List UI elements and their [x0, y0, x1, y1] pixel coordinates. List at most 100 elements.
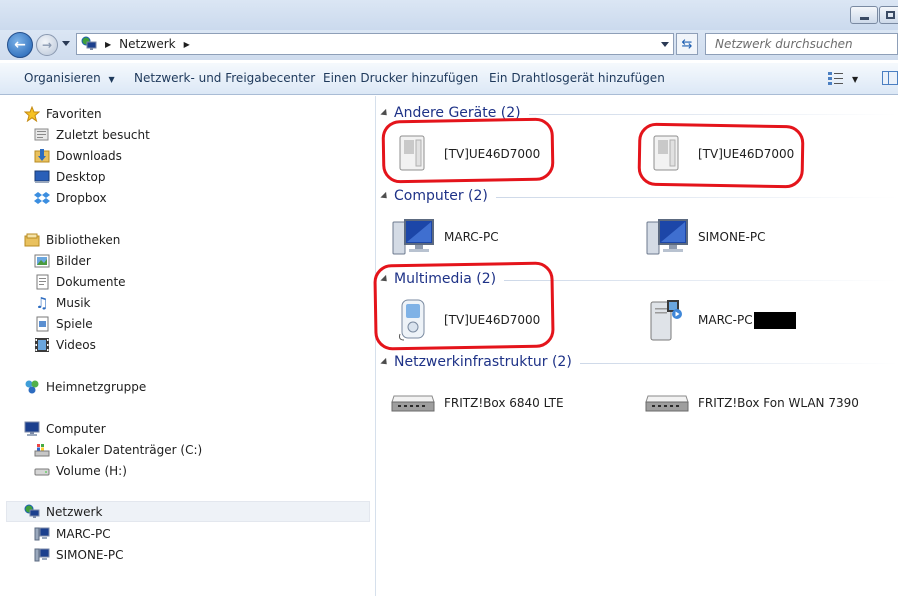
- computer-icon: [34, 547, 50, 563]
- content-pane: Andere Geräte (2) [TV]UE46D7000 [TV]UE46…: [373, 96, 898, 596]
- computer-icon: [390, 214, 436, 260]
- breadcrumb-chevron-icon[interactable]: ▶: [184, 40, 190, 49]
- nav-favorites[interactable]: Favoriten: [24, 103, 102, 124]
- group-divider: [504, 279, 898, 281]
- group-divider: [528, 113, 898, 115]
- network-location-icon: [81, 36, 97, 52]
- nav-recent[interactable]: Zuletzt besucht: [34, 124, 150, 145]
- preview-pane-button[interactable]: [882, 71, 898, 85]
- group-title-infrastructure: Netzwerkinfrastruktur (2): [394, 354, 572, 370]
- back-button[interactable]: ←: [7, 32, 33, 58]
- computer-icon: [24, 421, 40, 437]
- nav-local-disk[interactable]: Lokaler Datenträger (C:): [34, 439, 202, 460]
- refresh-button[interactable]: ⇆: [676, 33, 698, 55]
- annotation-circle-tv-2: [637, 122, 805, 189]
- maximize-button[interactable]: [879, 6, 898, 24]
- media-server-icon: [644, 297, 690, 343]
- desktop-icon: [34, 169, 50, 185]
- navigation-pane: Favoriten Zuletzt besucht Downloads Desk…: [0, 96, 376, 596]
- add-wireless-button[interactable]: Ein Drahtlosgerät hinzufügen: [489, 71, 665, 85]
- device-pc-2-label: SIMONE-PC: [698, 230, 766, 244]
- annotation-circle-tv-1: [381, 117, 555, 184]
- nav-libraries[interactable]: Bibliotheken: [24, 229, 120, 250]
- group-divider: [579, 362, 898, 364]
- device-router-1[interactable]: FRITZ!Box 6840 LTE: [390, 380, 564, 426]
- nav-homegroup-label: Heimnetzgruppe: [46, 379, 147, 394]
- organize-button[interactable]: Organisieren ▼: [24, 71, 115, 85]
- nav-dropbox-label: Dropbox: [56, 190, 107, 205]
- nav-documents[interactable]: Dokumente: [34, 271, 126, 292]
- device-pc-2[interactable]: SIMONE-PC: [644, 214, 765, 260]
- nav-network-pc-1[interactable]: MARC-PC: [34, 523, 111, 544]
- nav-music[interactable]: ♫ Musik: [34, 292, 91, 313]
- device-router-2-label: FRITZ!Box Fon WLAN 7390: [698, 396, 859, 410]
- nav-computer-label: Computer: [46, 421, 106, 436]
- nav-videos[interactable]: Videos: [34, 334, 96, 355]
- back-arrow-icon: ←: [14, 37, 26, 53]
- homegroup-icon: [24, 379, 40, 395]
- network-center-button[interactable]: Netzwerk- und Freigabecenter: [134, 71, 315, 85]
- add-printer-button[interactable]: Einen Drucker hinzufügen: [323, 71, 478, 85]
- group-title-computer: Computer (2): [394, 188, 488, 204]
- nav-music-label: Musik: [56, 295, 91, 310]
- nav-libraries-label: Bibliotheken: [46, 232, 121, 247]
- collapse-triangle-icon: [380, 108, 390, 118]
- documents-icon: [34, 274, 50, 290]
- preview-pane-icon: [888, 72, 889, 84]
- star-icon: [24, 105, 40, 122]
- nav-network[interactable]: Netzwerk: [6, 501, 370, 522]
- command-toolbar: Organisieren ▼ Netzwerk- und Freigabecen…: [0, 62, 898, 95]
- nav-homegroup[interactable]: Heimnetzgruppe: [24, 376, 146, 397]
- music-icon: ♫: [35, 293, 49, 312]
- search-input[interactable]: Netzwerk durchsuchen: [705, 33, 898, 55]
- downloads-folder-icon: [34, 148, 50, 164]
- nav-games[interactable]: Spiele: [34, 313, 93, 334]
- recent-pages-dropdown[interactable]: [62, 41, 70, 46]
- view-options-button[interactable]: ▼: [828, 71, 858, 88]
- system-drive-icon: [34, 442, 50, 458]
- address-bar[interactable]: ▶ Netzwerk ▶: [76, 33, 674, 55]
- nav-pictures-label: Bilder: [56, 253, 91, 268]
- annotation-circle-multimedia: [373, 261, 555, 351]
- nav-dropbox[interactable]: Dropbox: [34, 187, 107, 208]
- forward-arrow-icon: →: [41, 38, 53, 52]
- nav-pictures[interactable]: Bilder: [34, 250, 91, 271]
- device-mm-pc[interactable]: MARC-PC: [644, 297, 796, 343]
- view-dropdown-icon: ▼: [852, 75, 859, 84]
- nav-network-pc-1-label: MARC-PC: [56, 526, 111, 541]
- device-router-1-label: FRITZ!Box 6840 LTE: [444, 396, 564, 410]
- nav-network-pc-2[interactable]: SIMONE-PC: [34, 544, 123, 565]
- group-divider: [495, 196, 898, 198]
- view-icon: [828, 71, 844, 88]
- device-router-2[interactable]: FRITZ!Box Fon WLAN 7390: [644, 380, 859, 426]
- address-dropdown-icon[interactable]: [661, 42, 669, 47]
- videos-icon: [34, 337, 50, 353]
- nav-favorites-label: Favoriten: [46, 106, 102, 121]
- computer-icon: [34, 526, 50, 542]
- group-header-computer[interactable]: Computer (2): [377, 186, 898, 206]
- nav-volume-h[interactable]: Volume (H:): [34, 460, 127, 481]
- forward-button[interactable]: →: [36, 34, 58, 56]
- router-icon: [390, 380, 436, 426]
- nav-local-disk-label: Lokaler Datenträger (C:): [56, 442, 203, 457]
- pictures-icon: [34, 253, 50, 269]
- minimize-button[interactable]: [850, 6, 878, 24]
- breadcrumb-separator-icon: ▶: [105, 39, 112, 49]
- device-pc-1-label: MARC-PC: [444, 230, 499, 244]
- computer-icon: [644, 214, 690, 260]
- nav-downloads-label: Downloads: [56, 148, 122, 163]
- nav-desktop[interactable]: Desktop: [34, 166, 106, 187]
- nav-network-label: Netzwerk: [46, 504, 103, 519]
- nav-videos-label: Videos: [56, 337, 96, 352]
- drive-icon: [34, 463, 50, 479]
- games-icon: [34, 316, 50, 332]
- nav-downloads[interactable]: Downloads: [34, 145, 122, 166]
- device-mm-pc-label: MARC-PC: [698, 313, 753, 327]
- device-pc-1[interactable]: MARC-PC: [390, 214, 499, 260]
- breadcrumb-network[interactable]: Netzwerk: [119, 37, 175, 51]
- collapse-triangle-icon: [380, 357, 390, 367]
- group-header-infrastructure[interactable]: Netzwerkinfrastruktur (2): [377, 352, 898, 372]
- nav-computer[interactable]: Computer: [24, 418, 106, 439]
- collapse-triangle-icon: [380, 191, 390, 201]
- address-row: ← → ▶ Netzwerk ▶ ⇆ Netzwerk durchsuchen: [0, 30, 898, 60]
